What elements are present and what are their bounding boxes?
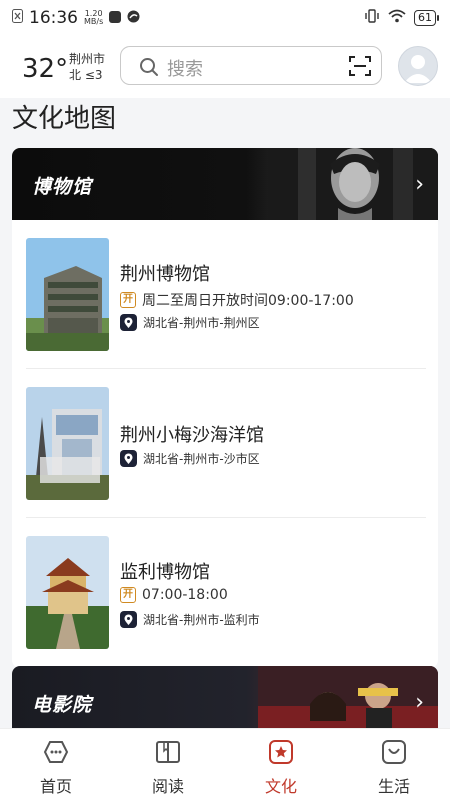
opening-hours: 07:00-18:00 (142, 587, 228, 603)
museum-card: 博物馆 › 荆州博物馆 开 周二至周日开放时间09:00-17:00 湖北省-荆… (12, 148, 438, 668)
net-speed: 1.20 MB/s (84, 9, 104, 26)
battery-indicator: 61 (414, 9, 439, 26)
nav-label: 生活 (377, 777, 410, 796)
scan-icon[interactable] (349, 55, 371, 81)
city-name: 荆州市 (69, 52, 106, 66)
nav-culture[interactable]: 文化 (225, 729, 337, 801)
ocean-park-photo (26, 387, 109, 500)
venue-address: 湖北省-荆州市-监利市 (143, 613, 260, 627)
chevron-right-icon: › (415, 172, 424, 197)
nav-label: 文化 (264, 777, 297, 796)
culture-icon (268, 739, 294, 765)
location-pin-icon (120, 611, 137, 628)
nav-life[interactable]: 生活 (338, 729, 450, 801)
venue-name: 荆州小梅沙海洋馆 (120, 425, 264, 446)
browser-icon (127, 8, 140, 28)
chevron-right-icon: › (415, 690, 424, 715)
home-icon (43, 739, 69, 765)
statue-image (268, 148, 438, 224)
location-pin-icon (120, 450, 137, 467)
open-hours-icon: 开 (120, 292, 136, 308)
status-bar: 16:36 1.20 MB/s 61 (0, 0, 450, 36)
message-icon (109, 8, 122, 28)
opening-hours: 周二至周日开放时间09:00-17:00 (142, 293, 354, 309)
life-icon (381, 739, 407, 765)
temperature: 32° (22, 54, 69, 84)
venue-address: 湖北省-荆州市-荆州区 (143, 316, 260, 330)
location-pin-icon (120, 314, 137, 331)
jianli-museum-photo (26, 536, 109, 649)
jingzhou-museum-photo (26, 238, 109, 351)
search-icon (139, 57, 159, 81)
divider (26, 517, 426, 518)
museum-banner[interactable]: 博物馆 › (12, 148, 438, 220)
page-title: 文化地图 (12, 104, 117, 134)
search-bar[interactable]: 搜索 (120, 46, 382, 85)
list-item[interactable]: 监利博物馆 开 07:00-18:00 湖北省-荆州市-监利市 (26, 536, 426, 652)
nav-home[interactable]: 首页 (0, 729, 112, 801)
bottom-nav: 首页 阅读 文化 生活 (0, 728, 450, 801)
divider (26, 368, 426, 369)
venue-address: 湖北省-荆州市-沙市区 (143, 452, 260, 466)
nav-read[interactable]: 阅读 (112, 729, 224, 801)
weather-location[interactable]: 荆州市 北 ≤3 (69, 51, 105, 83)
venue-name: 监利博物馆 (120, 562, 210, 583)
avatar[interactable] (398, 46, 438, 86)
clock: 16:36 (29, 8, 78, 28)
wind-level: 北 ≤3 (69, 68, 103, 82)
search-input[interactable]: 搜索 (167, 55, 203, 81)
open-hours-icon: 开 (120, 587, 136, 603)
museum-banner-title: 博物馆 (32, 176, 93, 198)
app-notification-icon (12, 8, 23, 28)
nav-label: 阅读 (151, 777, 184, 796)
cinema-banner-title: 电影院 (32, 694, 93, 716)
header: 32° 荆州市 北 ≤3 搜索 (0, 36, 450, 98)
book-icon (155, 739, 181, 765)
vibrate-icon (364, 8, 380, 27)
venue-name: 荆州博物馆 (120, 264, 210, 285)
nav-label: 首页 (39, 777, 72, 796)
list-item[interactable]: 荆州博物馆 开 周二至周日开放时间09:00-17:00 湖北省-荆州市-荆州区 (26, 238, 426, 354)
wifi-icon (388, 8, 406, 27)
list-item[interactable]: 荆州小梅沙海洋馆 湖北省-荆州市-沙市区 (26, 387, 426, 503)
